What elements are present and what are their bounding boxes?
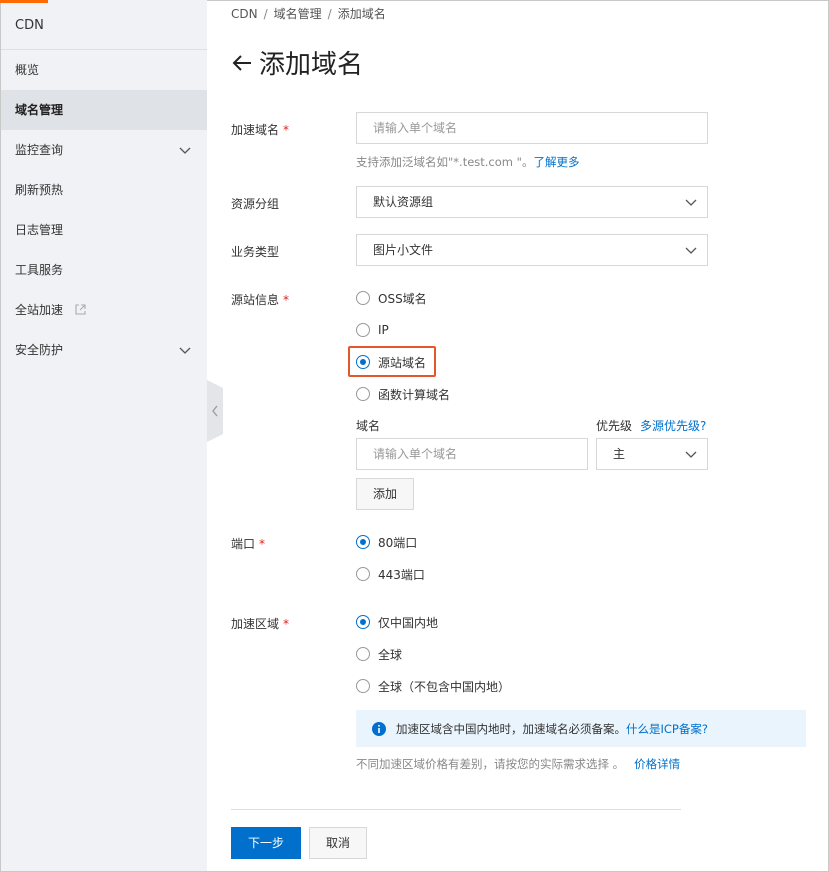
sidebar-item-domain-management[interactable]: 域名管理 (1, 90, 207, 130)
radio-button (356, 291, 370, 305)
resource-group-select[interactable]: 默认资源组 (356, 186, 708, 218)
icp-notice: 加速区域含中国内地时，加速域名必须备案。 什么是ICP备案? (356, 710, 806, 747)
sidebar-item-label: 工具服务 (15, 263, 64, 277)
info-icon (372, 721, 386, 736)
sidebar-item-label: 域名管理 (15, 103, 64, 117)
sidebar-item-security[interactable]: 安全防护 (1, 330, 207, 370)
price-details-link[interactable]: 价格详情 (634, 757, 680, 771)
priority-select[interactable]: 主 (596, 438, 708, 470)
resource-group-value: 默认资源组 (373, 195, 434, 209)
radio-button (356, 387, 370, 401)
domain-label: 加速域名 * (231, 123, 290, 137)
priority-label: 优先级 多源优先级? (596, 419, 707, 433)
chevron-down-icon (685, 247, 697, 254)
footer-divider (231, 809, 681, 810)
sidebar-item-label: 概览 (15, 63, 40, 77)
radio-button (356, 323, 370, 337)
sidebar-item-log-management[interactable]: 日志管理 (1, 210, 207, 250)
origin-domain-column-label: 域名 (356, 419, 381, 433)
origin-option-ip[interactable]: IP (356, 321, 389, 339)
learn-more-link[interactable]: 了解更多 (533, 155, 579, 169)
sidebar-item-tools[interactable]: 工具服务 (1, 250, 207, 290)
origin-option-function-compute[interactable]: 函数计算域名 (356, 385, 450, 403)
resource-group-label: 资源分组 (231, 197, 280, 211)
business-type-value: 图片小文件 (373, 243, 434, 257)
back-arrow-icon[interactable] (231, 52, 253, 74)
origin-label: 源站信息 * (231, 293, 290, 307)
region-label: 加速区域 * (231, 617, 290, 631)
cancel-button[interactable]: 取消 (309, 827, 367, 859)
sidebar-item-refresh-prefetch[interactable]: 刷新预热 (1, 170, 207, 210)
chevron-down-icon (179, 347, 191, 354)
domain-input[interactable] (356, 112, 708, 144)
radio-button (356, 647, 370, 661)
breadcrumb-item-add-domain: 添加域名 (337, 7, 386, 21)
sidebar-item-label: 监控查询 (15, 143, 64, 157)
multi-origin-priority-link[interactable]: 多源优先级? (640, 419, 706, 433)
port-label: 端口 * (231, 537, 266, 551)
priority-value: 主 (613, 447, 626, 461)
breadcrumb-separator: / (263, 7, 268, 21)
price-hint: 不同加速区域价格有差别，请按您的实际需求选择 。价格详情 (356, 757, 681, 771)
brand-accent-strip (0, 0, 48, 3)
region-option-mainland[interactable]: 仅中国内地 (356, 613, 438, 631)
page-title: 添加域名 (231, 44, 363, 81)
port-option-443[interactable]: 443端口 (356, 565, 425, 583)
highlight-annotation-box (348, 346, 436, 377)
sidebar-item-label: 日志管理 (15, 223, 64, 237)
sidebar-item-label: 刷新预热 (15, 183, 64, 197)
business-type-label: 业务类型 (231, 245, 280, 259)
radio-button (356, 567, 370, 581)
chevron-down-icon (685, 199, 697, 206)
business-type-select[interactable]: 图片小文件 (356, 234, 708, 266)
radio-button (356, 679, 370, 693)
breadcrumb-separator: / (327, 7, 332, 21)
icp-link[interactable]: 什么是ICP备案? (626, 721, 708, 737)
breadcrumb-item-cdn[interactable]: CDN (231, 7, 258, 21)
notice-text: 加速区域含中国内地时，加速域名必须备案。 (396, 721, 626, 736)
radio-button-selected (356, 615, 370, 629)
add-origin-button[interactable]: 添加 (356, 478, 414, 510)
breadcrumb-item-domain-management[interactable]: 域名管理 (274, 7, 322, 21)
next-button[interactable]: 下一步 (231, 827, 301, 859)
sidebar-item-label: 安全防护 (15, 343, 64, 357)
sidebar-item-overview[interactable]: 概览 (1, 50, 207, 90)
sidebar: CDN 概览 域名管理 监控查询 刷新预热 日志管理 工具服务 全站加速 安全防… (1, 0, 207, 871)
sidebar-item-dcdn[interactable]: 全站加速 (1, 290, 207, 330)
sidebar-item-label: 全站加速 (15, 303, 64, 317)
sidebar-title: CDN (15, 18, 44, 33)
origin-domain-input[interactable] (356, 438, 588, 470)
origin-option-oss[interactable]: OSS域名 (356, 289, 427, 307)
page-title-text: 添加域名 (259, 50, 364, 80)
external-link-icon (75, 304, 86, 315)
domain-help-text: 支持添加泛域名如"*.test.com "。了解更多 (356, 155, 580, 169)
chevron-down-icon (179, 147, 191, 154)
sidebar-item-monitoring[interactable]: 监控查询 (1, 130, 207, 170)
port-option-80[interactable]: 80端口 (356, 533, 417, 551)
breadcrumb: CDN / 域名管理 / 添加域名 (231, 5, 386, 22)
region-option-global[interactable]: 全球 (356, 645, 402, 663)
sidebar-collapse-handle[interactable] (207, 380, 223, 442)
chevron-down-icon (685, 451, 697, 458)
region-option-global-excl-mainland[interactable]: 全球（不包含中国内地） (356, 677, 510, 695)
radio-button-selected (356, 535, 370, 549)
